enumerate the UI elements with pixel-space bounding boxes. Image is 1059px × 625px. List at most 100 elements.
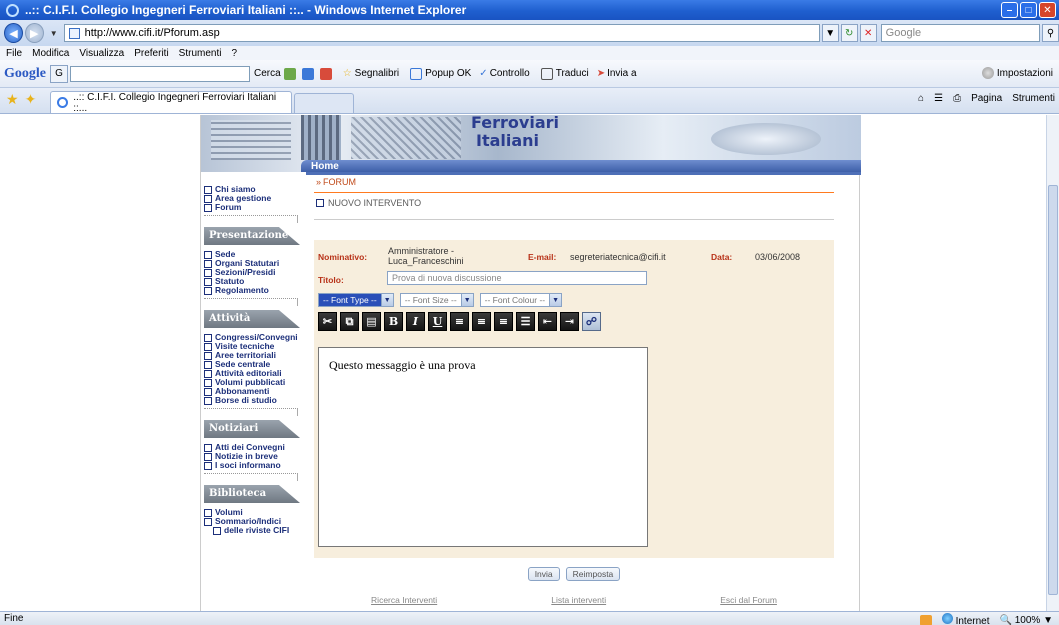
section-biblioteca: Biblioteca [204,485,300,503]
nav-presentazione-links: Sede Organi Statutari Sezioni/Presidi St… [201,250,301,295]
nav-forum[interactable]: Forum [204,203,301,212]
nominativo-value: Amministratore - Luca_Franceschini [388,246,464,266]
ie-logo-icon [6,3,19,17]
align-left-icon[interactable]: ≡ [450,312,469,331]
tools-menu[interactable]: Strumenti [1012,93,1055,104]
forum-heading: » FORUM [316,177,357,187]
nav-divider [204,298,298,306]
new-tab-button[interactable] [294,93,355,113]
nav-borse-di-studio[interactable]: Borse di studio [204,396,301,405]
forum-main: » FORUM NUOVO INTERVENTO Nominativo: Ammi… [314,175,834,611]
maximize-button[interactable]: □ [1020,2,1037,18]
font-type-select[interactable]: -- Font Type -- ▼ [318,293,394,307]
stop-button[interactable]: ✕ [859,24,877,42]
favorites-star-icon[interactable]: ★ [6,91,19,108]
copy-icon[interactable]: ⧉ [340,312,359,331]
minimize-button[interactable]: – [1001,2,1018,18]
banner-building-image [211,120,291,160]
status-bar: Fine Internet 🔍 100% ▼ [0,611,1059,625]
bookmarks-button[interactable]: ☆ Segnalibri [343,68,399,79]
page-icon [68,27,80,39]
font-size-select[interactable]: -- Font Size -- ▼ [399,293,474,307]
print-icon[interactable]: ⎙ [953,93,961,104]
nav-divider [204,408,298,416]
google-menu-icon[interactable]: G [50,64,68,83]
tab-label: ..:: C.I.F.I. Collegio Ingegneri Ferrovi… [73,91,277,114]
search-posts-link[interactable]: Ricerca Interventi [371,595,437,605]
editor-toolbar: ✂ ⧉ ▤ B I U ≡ ≡ ≡ ☰ ⇤ ⇥ ☍ [318,312,601,331]
vertical-scrollbar[interactable] [1046,115,1059,611]
outdent-icon[interactable]: ⇤ [538,312,557,331]
message-editor[interactable]: Questo messaggio è una prova [318,347,648,547]
protected-mode-icon [919,614,932,625]
menu-bar: File Modifica Visualizza Preferiti Strum… [0,46,1059,60]
exit-forum-link[interactable]: Esci dal Forum [720,595,777,605]
date-value: 03/06/2008 [755,252,801,262]
section-notiziari: Notiziari [204,420,300,438]
titolo-label: Titolo: [318,275,344,285]
title-input[interactable]: Prova di nuova discussione [387,271,647,285]
settings-button[interactable]: Impostazioni [979,67,1053,79]
nav-biblioteca-links: Volumi Sommario/Indici delle riviste CIF… [201,508,301,535]
menu-visualizza[interactable]: Visualizza [79,48,124,59]
close-window-button[interactable]: ✕ [1039,2,1056,18]
add-favorite-icon[interactable]: ✦ [25,91,37,108]
bold-icon[interactable]: B [384,312,403,331]
chevron-down-icon: ▼ [549,294,562,306]
cut-icon[interactable]: ✂ [318,312,337,331]
history-dropdown-icon[interactable]: ▼ [50,29,58,38]
url-field[interactable]: http://www.cifi.it/Pforum.asp [63,24,820,42]
feeds-icon[interactable]: ☰ [934,93,943,104]
nav-riviste-cifi[interactable]: delle riviste CIFI [204,526,301,535]
url-dropdown-icon[interactable]: ▼ [821,24,839,42]
nav-notiziari-links: Atti dei Convegni Notizie in breve I soc… [201,443,301,470]
banner-train-image [301,115,341,160]
scrollbar-thumb[interactable] [1048,185,1058,595]
google-search-button[interactable]: Cerca [254,67,335,80]
italic-icon[interactable]: I [406,312,425,331]
posts-list-link[interactable]: Lista interventi [551,595,606,605]
command-bar: ⌂ ☰ ⎙ Pagina Strumenti [918,93,1055,104]
font-colour-select[interactable]: -- Font Colour -- ▼ [479,293,563,307]
google-search-input[interactable] [70,65,250,82]
insert-link-icon[interactable]: ☍ [582,312,601,331]
nav-regolamento[interactable]: Regolamento [204,286,301,295]
spellcheck-button[interactable]: ✓ Controllo [479,68,529,79]
send-to-button[interactable]: ➤ Invia a [597,68,637,79]
tab-cifi[interactable]: ..:: C.I.F.I. Collegio Ingegneri Ferrovi… [50,91,293,114]
refresh-button[interactable]: ↻ [840,24,858,42]
menu-strumenti[interactable]: Strumenti [179,48,222,59]
back-button[interactable]: ◀ [4,23,23,43]
align-right-icon[interactable]: ≡ [494,312,513,331]
search-icon[interactable]: ⚲ [1042,24,1059,42]
forum-footer-links: Ricerca Interventi Lista interventi Esci… [314,595,834,605]
translate-button[interactable]: Traduci [538,67,589,80]
menu-file[interactable]: File [6,48,22,59]
menu-help[interactable]: ? [231,48,237,59]
section-presentazione: Presentazione [204,227,300,245]
forward-button[interactable]: ▶ [24,23,44,43]
bookmark-star-icon: ☆ [342,68,352,79]
paste-icon[interactable]: ▤ [362,312,381,331]
tab-ie-icon [57,97,69,108]
popup-button[interactable]: Popup OK [407,67,471,80]
home-icon[interactable]: ⌂ [918,93,924,104]
home-link[interactable]: Home [311,161,339,172]
bullet-list-icon[interactable]: ☰ [516,312,535,331]
reset-button[interactable]: Reimposta [565,567,621,581]
send-button[interactable]: Invia [527,567,560,581]
window-title: ..:: C.I.F.I. Collegio Ingegneri Ferrovi… [25,3,467,17]
zoom-level[interactable]: 🔍 100% ▼ [1000,615,1054,625]
menu-modifica[interactable]: Modifica [32,48,69,59]
underline-icon[interactable]: U [428,312,447,331]
align-center-icon[interactable]: ≡ [472,312,491,331]
menu-preferiti[interactable]: Preferiti [134,48,168,59]
page-menu[interactable]: Pagina [971,93,1002,104]
section-attivita: Attività [204,310,300,328]
status-right: Internet 🔍 100% ▼ [919,613,1054,625]
search-input[interactable]: Google [880,24,1041,42]
indent-icon[interactable]: ⇥ [560,312,579,331]
nav-soci-informano[interactable]: I soci informano [204,461,301,470]
nuovo-intervento-heading: NUOVO INTERVENTO [314,198,834,208]
nominativo-label: Nominativo: [318,252,368,262]
